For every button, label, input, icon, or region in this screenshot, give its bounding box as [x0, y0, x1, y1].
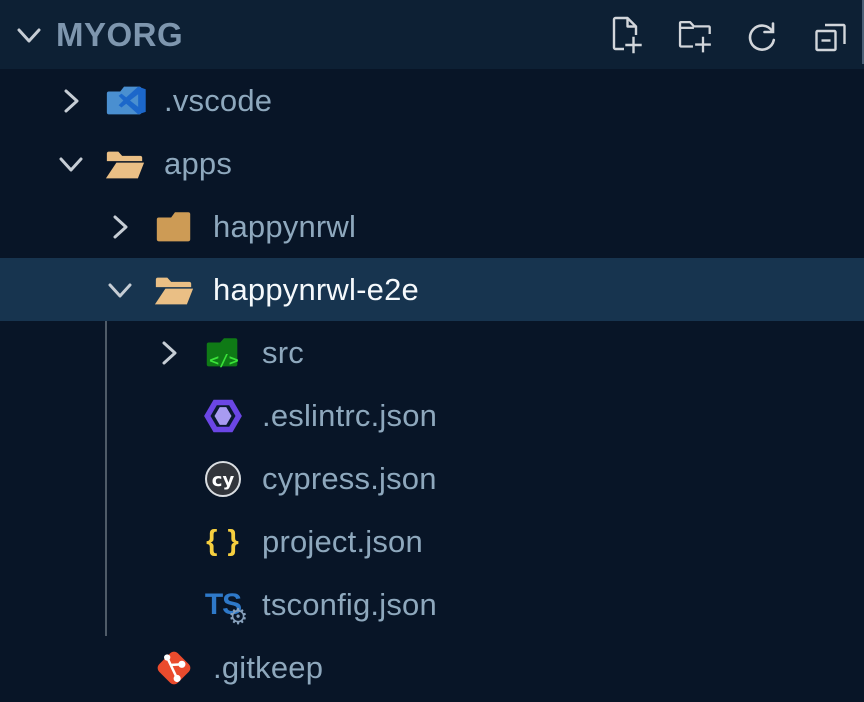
tree-item-label: happynrwl: [213, 209, 356, 245]
chevron-down-icon[interactable]: [56, 140, 104, 188]
tree-item-happynrwl-e2e[interactable]: happynrwl-e2e: [0, 258, 864, 321]
new-file-icon: [601, 11, 645, 59]
json-braces-icon: { }: [202, 520, 244, 564]
gear-icon: ⚙: [228, 607, 248, 629]
vscode-folder-icon: [104, 79, 146, 123]
tree-item-src[interactable]: </> src: [0, 321, 864, 384]
folder-src-icon: </>: [202, 331, 244, 375]
chevron-right-icon[interactable]: [105, 203, 153, 251]
eslint-icon: [202, 394, 244, 438]
file-tree: .vscode apps: [0, 69, 864, 699]
tree-item-eslintrc-json[interactable]: .eslintrc.json: [0, 384, 864, 447]
folder-open-icon: [153, 268, 195, 312]
tree-item-cypress-json[interactable]: cy cypress.json: [0, 447, 864, 510]
tree-item-tsconfig-json[interactable]: TS ⚙ tsconfig.json: [0, 573, 864, 636]
section-title: MYORG: [56, 16, 601, 54]
cypress-glyph: cy: [212, 470, 235, 491]
tree-item-label: cypress.json: [262, 461, 437, 497]
new-folder-button[interactable]: [670, 11, 714, 59]
tree-item-label: happynrwl-e2e: [213, 272, 419, 308]
chevron-right-icon[interactable]: [154, 329, 202, 377]
section-header-myorg[interactable]: MYORG: [0, 0, 864, 69]
collapse-all-button[interactable]: [808, 11, 852, 59]
twistie-spacer: [154, 518, 202, 566]
tree-item-label: .eslintrc.json: [262, 398, 437, 434]
tree-item-apps[interactable]: apps: [0, 132, 864, 195]
tree-item-project-json[interactable]: { } project.json: [0, 510, 864, 573]
indent-guide: [105, 321, 107, 636]
tree-item-label: src: [262, 335, 304, 371]
twistie-spacer: [154, 455, 202, 503]
typescript-config-icon: TS ⚙: [202, 583, 244, 627]
new-file-button[interactable]: [601, 11, 645, 59]
cypress-icon: cy: [202, 457, 244, 501]
refresh-button[interactable]: [739, 11, 783, 59]
tree-item-gitkeep[interactable]: .gitkeep: [0, 636, 864, 699]
tree-item-label: project.json: [262, 524, 423, 560]
tree-item-label: tsconfig.json: [262, 587, 437, 623]
tree-item-label: apps: [164, 146, 232, 182]
folder-open-icon: [104, 142, 146, 186]
chevron-down-icon[interactable]: [105, 266, 153, 314]
tree-item-vscode[interactable]: .vscode: [0, 69, 864, 132]
src-code-glyph: </>: [209, 350, 239, 369]
refresh-icon: [739, 11, 783, 59]
twistie-spacer: [154, 581, 202, 629]
chevron-down-icon: [12, 18, 46, 52]
collapse-all-icon: [808, 11, 852, 59]
tree-item-label: .vscode: [164, 83, 272, 119]
explorer-panel: MYORG: [0, 0, 864, 702]
header-actions: [601, 11, 852, 59]
new-folder-icon: [670, 11, 714, 59]
twistie-spacer: [105, 644, 153, 692]
twistie-spacer: [154, 392, 202, 440]
git-icon: [153, 646, 195, 690]
tree-item-happynrwl[interactable]: happynrwl: [0, 195, 864, 258]
folder-closed-icon: [153, 205, 195, 249]
tree-item-label: .gitkeep: [213, 650, 323, 686]
chevron-right-icon[interactable]: [56, 77, 104, 125]
